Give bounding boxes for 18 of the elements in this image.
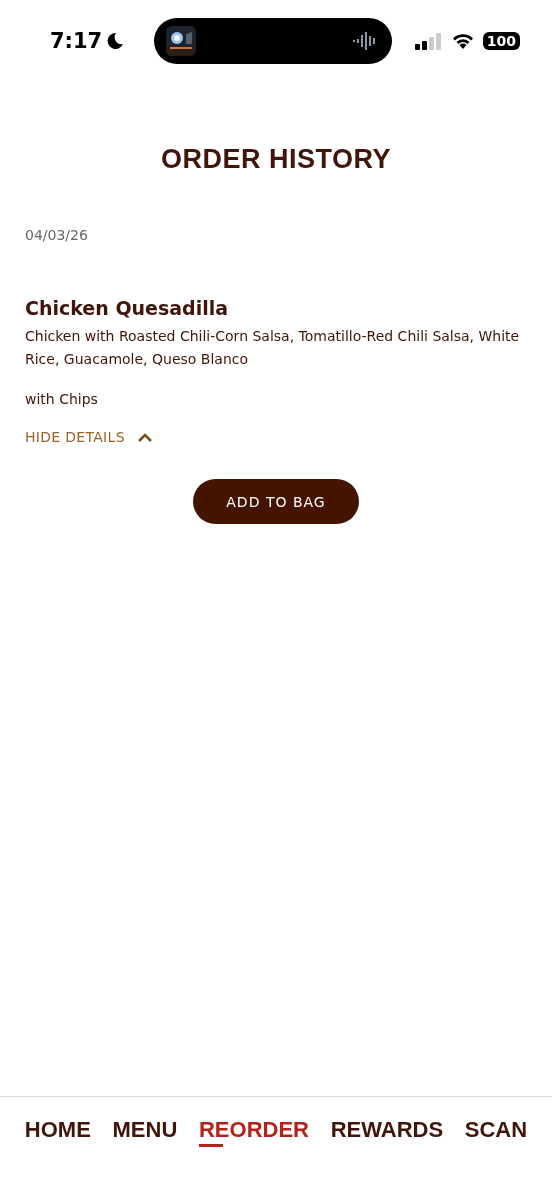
nav-tab[interactable]: HOME [24, 1117, 91, 1147]
nav-tab[interactable]: MENU [112, 1117, 178, 1147]
details-toggle[interactable]: HIDE DETAILS [25, 429, 153, 445]
wifi-icon [450, 32, 475, 50]
page-title: ORDER HISTORY [160, 144, 392, 175]
item-name: Chicken Quesadilla [25, 297, 230, 319]
nav-tab[interactable]: REWARDS [330, 1117, 444, 1147]
battery-indicator: 100 [482, 32, 520, 50]
moon-icon [106, 32, 125, 50]
clock-time: 7:17 [50, 29, 103, 53]
chevron-icon [136, 432, 153, 442]
nav-tab[interactable]: SCAN [464, 1117, 528, 1147]
order-date: 04/03/26 [25, 227, 89, 243]
add-to-bag-button[interactable]: ADD TO BAG [193, 479, 359, 524]
item-side: with Chips [25, 390, 99, 409]
nav-tab[interactable]: REORDER [198, 1117, 309, 1147]
item-ingredients: Chicken with Roasted Chili-Corn Salsa, Tomatillo-Red Chili Salsa, White Rice, Guacamole, Queso Blanco [25, 327, 521, 369]
signal-icon [414, 32, 443, 50]
